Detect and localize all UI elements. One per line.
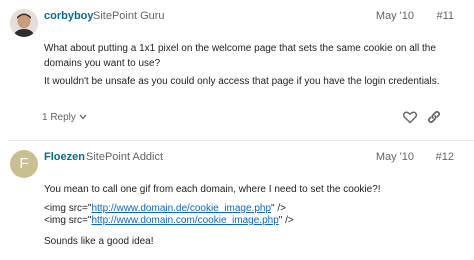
- heart-icon[interactable]: [402, 109, 418, 125]
- replies-label: 1 Reply: [42, 112, 76, 123]
- post-paragraph: It wouldn't be unsafe as you could only …: [44, 76, 440, 87]
- post-paragraph: Sounds like a good idea!: [44, 236, 154, 247]
- user-title: SitePoint Guru: [93, 10, 165, 22]
- code-text: <img src=": [44, 215, 92, 226]
- cookie-image-link-com[interactable]: http://www.domain.com/cookie_image.php: [91, 215, 278, 226]
- user-photo-icon: [10, 9, 38, 37]
- post-date[interactable]: May '10: [376, 10, 414, 22]
- post-number: #12: [435, 151, 454, 163]
- username[interactable]: corbyboy: [44, 10, 94, 22]
- post-date[interactable]: May '10: [376, 151, 414, 163]
- avatar-corbyboy[interactable]: [10, 9, 38, 37]
- code-line: <img src="http://www.domain.com/cookie_i…: [44, 213, 454, 228]
- avatar-floezen[interactable]: F: [10, 150, 38, 178]
- replies-button[interactable]: 1 Reply: [42, 112, 87, 123]
- link-icon[interactable]: [426, 109, 442, 125]
- chevron-down-icon: [79, 112, 87, 123]
- code-text: " />: [278, 215, 294, 226]
- user-title: SitePoint Addict: [86, 151, 164, 163]
- post-paragraph: You mean to call one gif from each domai…: [44, 184, 381, 195]
- post-12: F Floezen SitePoint Addict May '10 #12 Y…: [0, 141, 474, 260]
- post-number: #11: [436, 10, 454, 22]
- username[interactable]: Floezen: [44, 151, 85, 163]
- post-11: corbyboy SitePoint Guru May '10 #11 What…: [0, 0, 474, 140]
- post-paragraph: What about putting a 1x1 pixel on the we…: [44, 43, 436, 69]
